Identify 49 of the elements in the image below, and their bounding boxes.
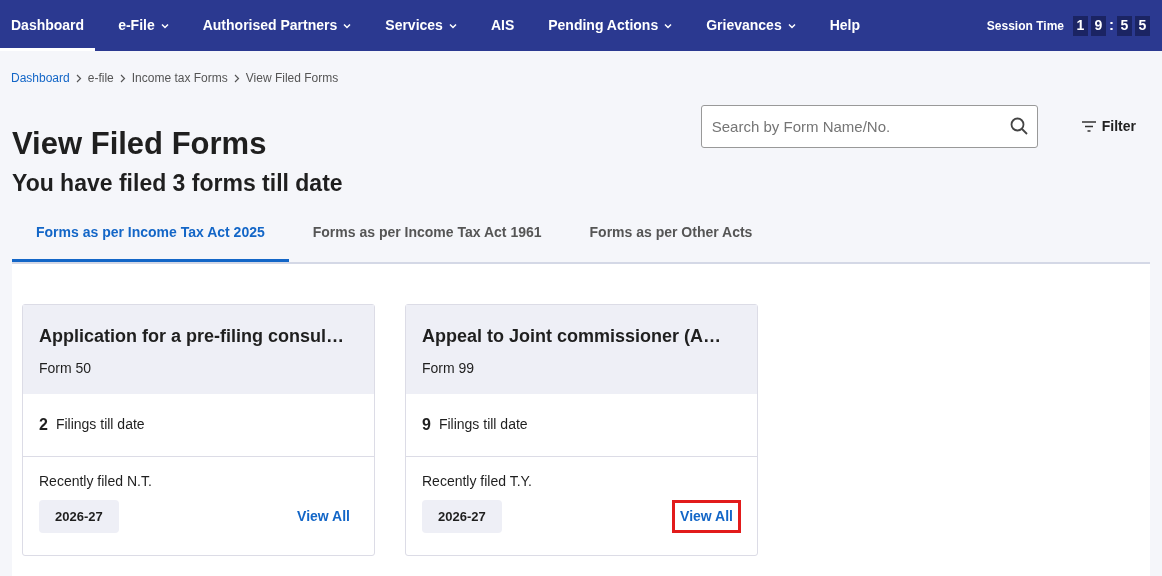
breadcrumb-item: View Filed Forms (245, 70, 339, 87)
tab[interactable]: Forms as per Income Tax Act 2025 (12, 207, 289, 262)
nav-item[interactable]: Grievances (695, 0, 807, 51)
card-title: Application for a pre-filing consul… (39, 324, 345, 348)
nav-item[interactable]: e-File (107, 0, 180, 51)
nav-item[interactable]: Services (374, 0, 468, 51)
filing-count: 9 (422, 414, 431, 435)
filter-button[interactable]: Filter (1075, 115, 1142, 138)
form-number: Form 50 (39, 358, 93, 378)
caret-icon (787, 22, 796, 29)
session-time-label: Session Time (986, 17, 1064, 35)
tab[interactable]: Forms as per Income Tax Act 1961 (288, 207, 566, 262)
caret-icon (343, 22, 352, 29)
page-subtitle: You have filed 3 forms till date (12, 170, 343, 198)
filing-count: 2 (39, 414, 48, 435)
filing-count-label: Filings till date (55, 415, 145, 435)
form-number: Form 99 (422, 358, 476, 378)
nav-item[interactable]: Dashboard (0, 0, 96, 51)
year-tag: 2026-27 (422, 499, 502, 534)
recent-label: Recently filed T.Y. (422, 471, 533, 491)
caret-icon (160, 22, 169, 29)
timer-separator: : (1109, 15, 1114, 36)
nav-item[interactable]: Pending Actions (537, 0, 684, 51)
search-field[interactable]: Search by Form Name/No. (700, 105, 1038, 148)
nav-item[interactable]: AIS (479, 0, 526, 51)
tab[interactable]: Forms as per Other Acts (565, 207, 777, 262)
nav-item[interactable]: Authorised Partners (191, 0, 363, 51)
search-icon (1009, 117, 1028, 135)
chevron-icon (233, 74, 240, 84)
filing-count-label: Filings till date (438, 415, 528, 435)
breadcrumb-item: e-file (87, 70, 114, 87)
timer-digit: 5 (1135, 15, 1150, 36)
timer-digit: 9 (1091, 15, 1106, 36)
year-tag: 2026-27 (39, 499, 119, 534)
timer-digit: 1 (1073, 15, 1088, 36)
page-title: View Filed Forms (12, 125, 268, 163)
recent-label: Recently filed N.T. (39, 471, 153, 491)
nav-item[interactable]: Help (818, 0, 872, 51)
card-title: Appeal to Joint commissioner (A… (422, 324, 723, 348)
chevron-icon (119, 74, 126, 84)
view-all-link[interactable]: View All (289, 500, 358, 534)
breadcrumb-link[interactable]: Dashboard (11, 69, 70, 87)
breadcrumb-item: Income tax Forms (131, 70, 228, 87)
timer-digit: 5 (1117, 15, 1132, 36)
caret-icon (448, 22, 457, 29)
view-all-link[interactable]: View All (672, 500, 741, 534)
chevron-icon (75, 74, 82, 84)
filter-icon (1081, 121, 1096, 132)
caret-icon (664, 22, 673, 29)
